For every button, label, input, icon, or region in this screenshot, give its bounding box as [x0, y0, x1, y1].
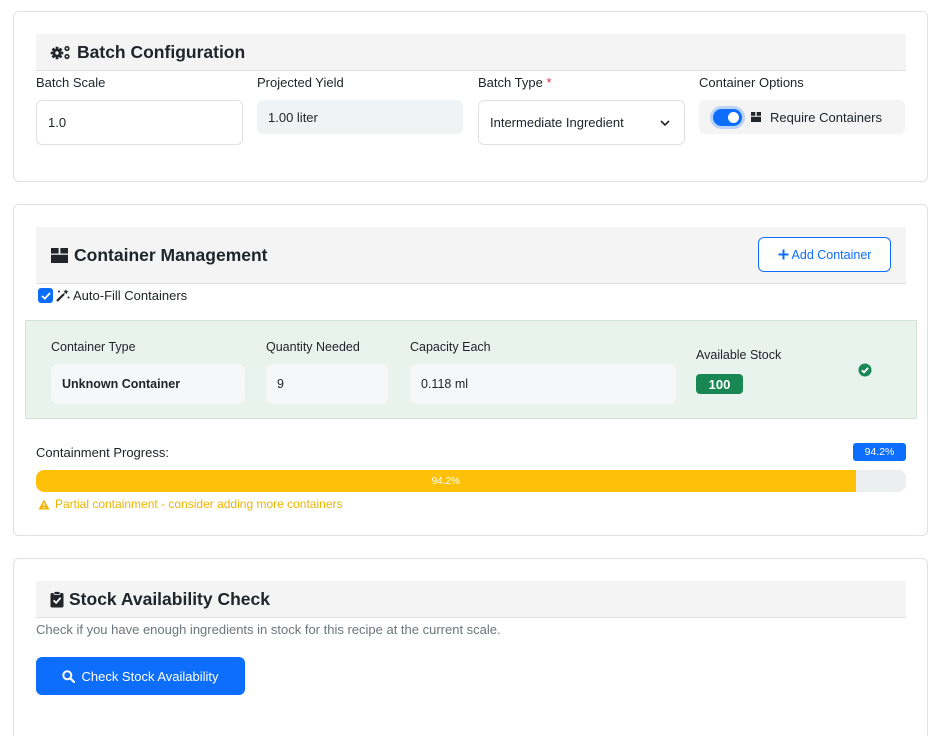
add-container-button[interactable]: Add Container: [758, 237, 891, 272]
container-type-field[interactable]: Unknown Container: [51, 364, 245, 404]
container-type-value: Unknown Container: [62, 377, 181, 391]
batch-scale-input[interactable]: 1.0: [36, 100, 243, 145]
box-icon: [50, 247, 69, 264]
batch-scale-label: Batch Scale: [36, 75, 106, 90]
autofill-checkbox[interactable]: [38, 288, 53, 303]
stock-availability-description: Check if you have enough ingredients in …: [36, 622, 501, 637]
warning-triangle-icon: [38, 499, 50, 510]
require-containers-option: Require Containers: [699, 100, 905, 134]
batch-configuration-header: Batch Configuration: [36, 34, 906, 71]
quantity-needed-field[interactable]: 9: [266, 364, 388, 404]
require-containers-label: Require Containers: [770, 109, 883, 125]
autofill-option: Auto-Fill Containers: [38, 288, 187, 303]
check-circle-icon: [858, 363, 872, 377]
partial-containment-text: Partial containment - consider adding mo…: [55, 497, 343, 511]
container-options-label: Container Options: [699, 75, 804, 90]
toggle-knob: [728, 111, 739, 123]
capacity-each-label: Capacity Each: [410, 340, 491, 354]
plus-icon: [778, 249, 789, 260]
check-stock-button[interactable]: Check Stock Availability: [36, 657, 245, 695]
check-stock-label: Check Stock Availability: [81, 668, 219, 684]
projected-yield-value: 1.00 liter: [268, 109, 318, 125]
gears-icon: [50, 44, 72, 60]
quantity-needed-value: 9: [277, 377, 284, 391]
clipboard-check-icon: [50, 590, 64, 608]
stock-availability-title: Stock Availability Check: [69, 588, 271, 609]
projected-yield-field: 1.00 liter: [257, 100, 463, 134]
quantity-needed-label: Quantity Needed: [266, 340, 360, 354]
require-containers-toggle[interactable]: [713, 108, 742, 126]
available-stock-badge: 100: [696, 374, 743, 394]
batch-type-label: Batch Type *: [478, 75, 552, 90]
container-row: Container Type Unknown Container Quantit…: [25, 320, 917, 419]
batch-type-select[interactable]: Intermediate Ingredient: [478, 100, 685, 145]
partial-containment-warning: Partial containment - consider adding mo…: [38, 497, 342, 511]
search-icon: [62, 669, 76, 683]
capacity-each-field[interactable]: 0.118 ml: [410, 364, 676, 404]
stock-availability-card: Stock Availability Check Check if you ha…: [13, 558, 928, 736]
projected-yield-label: Projected Yield: [257, 75, 344, 90]
batch-configuration-title: Batch Configuration: [77, 41, 246, 62]
available-stock-label: Available Stock: [696, 348, 782, 362]
stock-availability-header: Stock Availability Check: [36, 581, 906, 618]
containment-progress-badge: 94.2%: [853, 443, 906, 461]
add-container-label: Add Container: [791, 247, 872, 262]
batch-type-label-text: Batch Type: [478, 75, 543, 90]
containment-progress-fill: 94.2%: [36, 470, 856, 492]
container-management-title: Container Management: [74, 244, 268, 265]
batch-scale-value: 1.0: [48, 115, 67, 130]
containment-progress-bar: 94.2%: [36, 470, 906, 492]
container-type-label: Container Type: [51, 340, 136, 354]
chevron-down-icon: [660, 115, 670, 130]
containment-progress-label: Containment Progress:: [36, 445, 169, 460]
capacity-each-value: 0.118 ml: [421, 377, 469, 391]
required-mark: *: [546, 75, 552, 90]
autofill-label: Auto-Fill Containers: [73, 288, 188, 303]
batch-type-value: Intermediate Ingredient: [490, 115, 624, 130]
box-icon: [750, 111, 762, 123]
magic-wand-icon: [56, 289, 70, 302]
container-management-card: Container Management Add Container Auto-…: [13, 204, 928, 536]
batch-configuration-card: Batch Configuration Batch Scale 1.0 Proj…: [13, 11, 928, 182]
